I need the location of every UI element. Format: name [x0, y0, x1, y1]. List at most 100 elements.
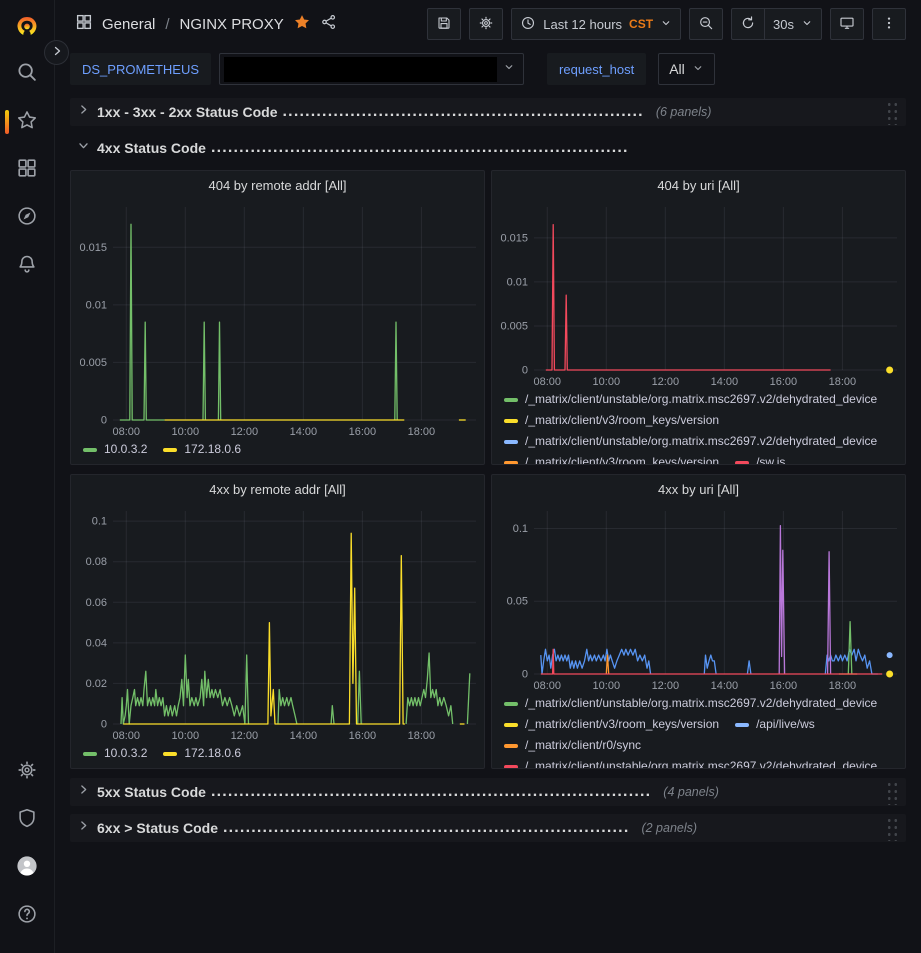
sidebar-help-button[interactable] — [9, 898, 45, 934]
sidebar-explore-button[interactable] — [9, 200, 45, 236]
row-title: 5xx Status Code — [97, 784, 206, 800]
legend-item[interactable]: 172.18.0.6 — [163, 743, 241, 764]
svg-text:08:00: 08:00 — [113, 426, 141, 438]
active-indicator — [5, 110, 9, 134]
series-color-swatch — [83, 448, 97, 452]
drag-handle-icon[interactable] — [886, 779, 899, 805]
chevron-right-icon — [77, 103, 90, 121]
legend-item[interactable]: /_matrix/client/r0/sync — [504, 735, 641, 756]
legend-item[interactable]: 10.0.3.2 — [83, 743, 147, 764]
legend-item[interactable]: 172.18.0.6 — [163, 439, 241, 460]
dashboard-settings-button[interactable] — [469, 8, 503, 40]
chevron-right-icon — [51, 44, 63, 62]
star-filled-icon[interactable] — [293, 13, 311, 35]
compass-icon — [16, 205, 38, 232]
sidebar-configuration-button[interactable] — [9, 754, 45, 790]
breadcrumb-section[interactable]: General — [102, 16, 155, 33]
refresh-group: 30s — [731, 8, 822, 40]
panel-legend: 10.0.3.2 172.18.0.6 — [71, 742, 484, 768]
series-color-swatch — [735, 461, 749, 465]
svg-text:18:00: 18:00 — [829, 376, 857, 388]
timeseries-chart[interactable]: 08:0010:0012:0014:0016:0018:0000.050.1 — [492, 503, 905, 692]
sidebar-profile-button[interactable] — [9, 850, 45, 886]
chevron-down-icon — [77, 139, 90, 157]
svg-text:0.1: 0.1 — [513, 523, 528, 535]
svg-text:18:00: 18:00 — [408, 426, 436, 438]
svg-text:0: 0 — [522, 669, 528, 681]
row-header-5xx[interactable]: 5xx Status Code ........................… — [70, 778, 906, 806]
dashboard-nav: General / NGINX PROXY — [55, 0, 921, 48]
svg-text:0.005: 0.005 — [79, 357, 107, 369]
legend-item[interactable]: /_matrix/client/unstable/org.matrix.msc2… — [504, 389, 877, 410]
panel-4xx-by-uri: 4xx by uri [All] 08:0010:0012:0014:0016:… — [491, 474, 906, 769]
variable-label-ds-prometheus[interactable]: DS_PROMETHEUS — [70, 53, 211, 85]
legend-item[interactable]: /sw.js — [735, 452, 785, 464]
bell-icon — [16, 253, 38, 280]
more-options-button[interactable] — [872, 8, 906, 40]
timeseries-chart[interactable]: 08:0010:0012:0014:0016:0018:0000.0050.01… — [492, 199, 905, 388]
panel-title[interactable]: 404 by uri [All] — [492, 171, 905, 199]
svg-text:14:00: 14:00 — [711, 680, 739, 692]
panel-404-by-uri: 404 by uri [All] 08:0010:0012:0014:0016:… — [491, 170, 906, 465]
drag-handle-icon[interactable] — [886, 99, 899, 125]
legend-item[interactable]: /_matrix/client/unstable/org.matrix.msc2… — [504, 756, 877, 768]
series-color-swatch — [735, 723, 749, 727]
request-host-value: All — [669, 61, 685, 77]
share-icon[interactable] — [320, 13, 338, 35]
refresh-button[interactable] — [731, 8, 764, 40]
sidebar-starred-button[interactable] — [9, 104, 45, 140]
toolbar: Last 12 hours CST — [427, 8, 906, 40]
refresh-icon — [740, 15, 756, 34]
svg-text:10:00: 10:00 — [593, 680, 621, 692]
drag-handle-icon[interactable] — [886, 815, 899, 841]
dashboards-grid-icon — [16, 157, 38, 184]
svg-text:08:00: 08:00 — [534, 680, 562, 692]
row-header-4xx[interactable]: 4xx Status Code ........................… — [70, 134, 906, 162]
legend-item[interactable]: /api/live/ws — [735, 714, 815, 735]
legend-item[interactable]: /_matrix/client/unstable/org.matrix.msc2… — [504, 693, 877, 714]
cycle-view-mode-button[interactable] — [830, 8, 864, 40]
zoom-out-time-button[interactable] — [689, 8, 723, 40]
row-title-leader: ........................................… — [283, 103, 644, 121]
legend-item[interactable]: /_matrix/client/v3/room_keys/version — [504, 410, 719, 431]
grafana-logo-icon[interactable] — [9, 10, 45, 46]
sidebar-server-admin-button[interactable] — [9, 802, 45, 838]
svg-text:0.005: 0.005 — [500, 320, 528, 332]
panel-title[interactable]: 4xx by remote addr [All] — [71, 475, 484, 503]
row-title-leader: ........................................… — [211, 783, 651, 801]
sidebar — [0, 0, 55, 953]
series-color-swatch — [504, 461, 518, 465]
svg-text:16:00: 16:00 — [770, 680, 798, 692]
legend-item[interactable]: /_matrix/client/unstable/org.matrix.msc2… — [504, 431, 877, 452]
legend-item[interactable]: /_matrix/client/v3/room_keys/version — [504, 452, 719, 464]
kebab-menu-icon — [881, 15, 897, 34]
legend-item[interactable]: 10.0.3.2 — [83, 439, 147, 460]
sidebar-bottom — [9, 754, 45, 946]
series-color-swatch — [504, 723, 518, 727]
sidebar-expand-button[interactable] — [44, 40, 69, 65]
row-header-6xx[interactable]: 6xx > Status Code ......................… — [70, 814, 906, 842]
row-title-leader: ........................................… — [223, 819, 629, 837]
sidebar-search-button[interactable] — [9, 56, 45, 92]
time-range-picker[interactable]: Last 12 hours CST — [511, 8, 681, 40]
svg-text:10:00: 10:00 — [172, 426, 200, 438]
sidebar-dashboards-button[interactable] — [9, 152, 45, 188]
refresh-interval-picker[interactable]: 30s — [764, 8, 822, 40]
timeseries-chart[interactable]: 08:0010:0012:0014:0016:0018:0000.020.040… — [71, 503, 484, 742]
svg-text:12:00: 12:00 — [231, 426, 259, 438]
timeseries-chart[interactable]: 08:0010:0012:0014:0016:0018:0000.0050.01… — [71, 199, 484, 438]
request-host-select[interactable]: All — [658, 53, 715, 85]
save-dashboard-button[interactable] — [427, 8, 461, 40]
datasource-select[interactable] — [219, 53, 524, 85]
panel-title[interactable]: 4xx by uri [All] — [492, 475, 905, 503]
time-range-label: Last 12 hours — [543, 17, 622, 32]
refresh-interval-value: 30s — [773, 17, 794, 32]
variable-label-request-host[interactable]: request_host — [547, 53, 646, 85]
sidebar-alerting-button[interactable] — [9, 248, 45, 284]
legend-item[interactable]: /_matrix/client/v3/room_keys/version — [504, 714, 719, 735]
panel-title[interactable]: 404 by remote addr [All] — [71, 171, 484, 199]
chevron-down-icon — [660, 17, 672, 32]
row-header-1xx-3xx-2xx[interactable]: 1xx - 3xx - 2xx Status Code ............… — [70, 98, 906, 126]
grafana-app: General / NGINX PROXY — [0, 0, 921, 953]
page-title[interactable]: NGINX PROXY — [180, 16, 284, 33]
